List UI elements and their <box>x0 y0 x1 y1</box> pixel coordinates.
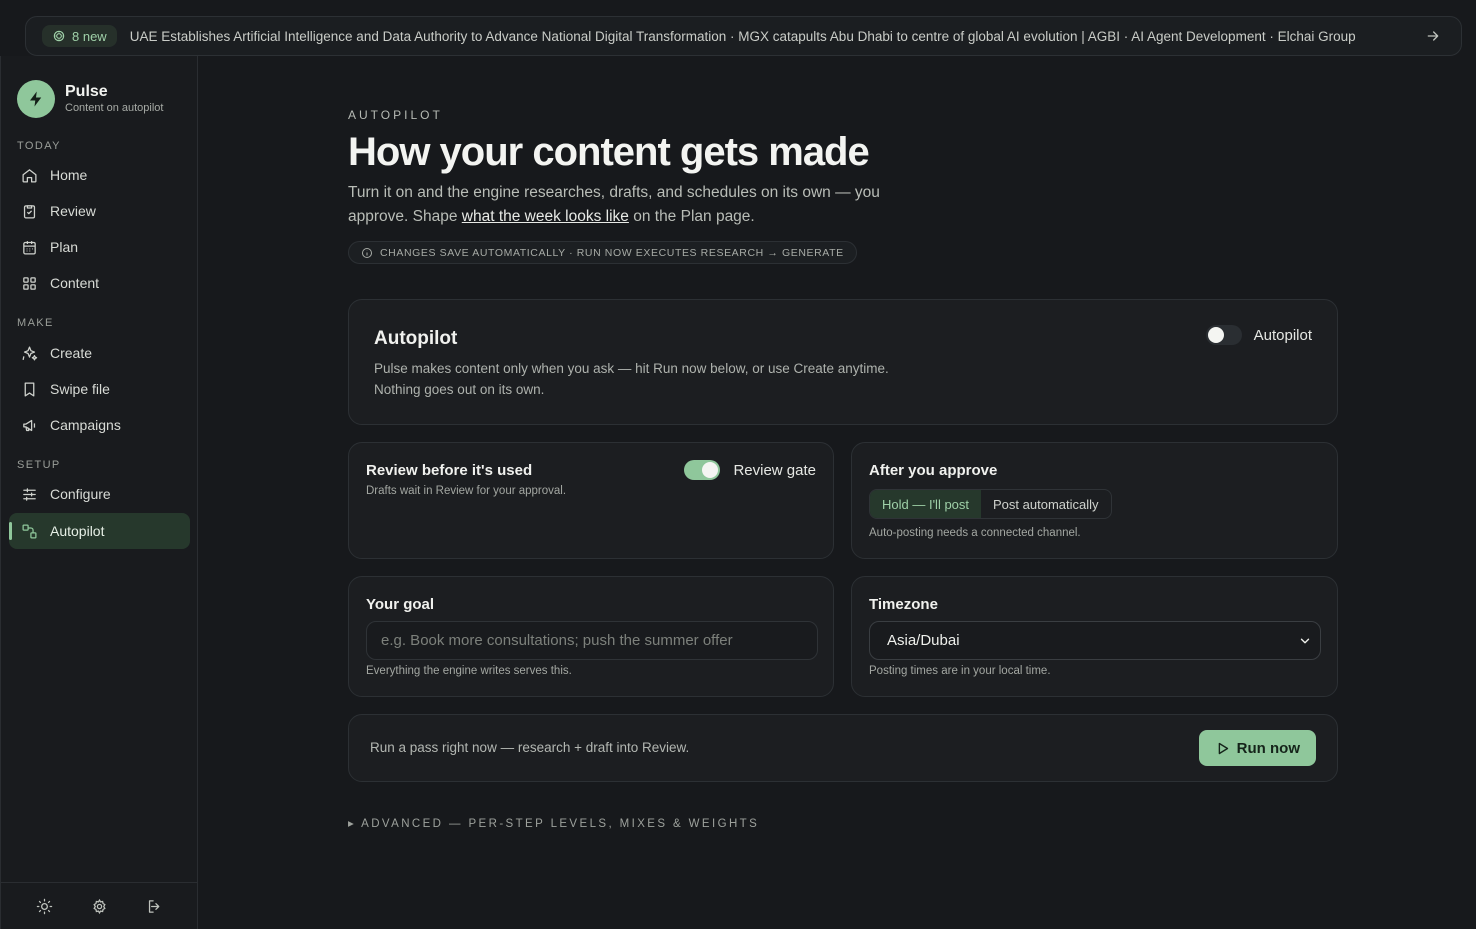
goal-title: Your goal <box>366 596 435 613</box>
autopilot-toggle-group[interactable]: Autopilot <box>1205 325 1312 345</box>
settings-gear-icon[interactable] <box>88 894 112 918</box>
sliders-icon <box>23 487 36 501</box>
play-icon <box>1218 742 1228 754</box>
timezone-card: Timezone Asia/Dubai Posting times are in… <box>851 576 1338 697</box>
option-hold[interactable]: Hold — I'll post <box>870 490 982 518</box>
sparkles-icon <box>22 345 38 361</box>
page-intro: Turn it on and the engine researches, dr… <box>348 181 908 229</box>
info-icon <box>362 247 372 258</box>
autopilot-card-title: Autopilot <box>374 328 458 349</box>
grid-icon <box>23 276 36 290</box>
approve-mode-segmented[interactable]: Hold — I'll post Post automatically <box>869 489 1112 519</box>
sidebar-item-content[interactable]: Content <box>9 265 190 301</box>
sidebar-footer <box>1 882 198 929</box>
page-title: How your content gets made <box>348 130 870 174</box>
goal-hint: Everything the engine writes serves this… <box>366 665 572 677</box>
sidebar-item-label: Review <box>50 203 96 219</box>
autopilot-description-line: Nothing goes out on its own. <box>374 382 545 397</box>
section-label-setup: SETUP <box>17 459 61 471</box>
goal-input[interactable]: e.g. Book more consultations; push the s… <box>366 621 818 660</box>
sidebar-item-swipe-file[interactable]: Swipe file <box>9 371 190 407</box>
brand-name: Pulse <box>65 83 108 100</box>
review-gate-card: Review before it's used Drafts wait in R… <box>348 442 834 559</box>
sidebar-item-label: Swipe file <box>50 381 110 397</box>
advanced-toggle[interactable]: ▸ ADVANCED — PER-STEP LEVELS, MIXES & WE… <box>348 816 759 830</box>
logout-icon[interactable] <box>143 894 167 918</box>
sidebar-item-label: Configure <box>50 486 111 502</box>
route-icon <box>22 523 37 539</box>
review-gate-toggle[interactable] <box>684 460 721 480</box>
after-approve-card: After you approve Hold — I'll post Post … <box>851 442 1338 559</box>
sidebar-item-label: Home <box>50 167 88 183</box>
sidebar-item-configure[interactable]: Configure <box>9 476 190 512</box>
autopilot-toggle-label: Autopilot <box>1253 326 1312 344</box>
page-eyebrow: AUTOPILOT <box>348 108 443 122</box>
sidebar: Pulse Content on autopilot TODAY Home Re… <box>0 56 198 929</box>
news-ticker[interactable]: 8 new UAE Establishes Artificial Intelli… <box>25 16 1462 56</box>
after-approve-hint: Auto-posting needs a connected channel. <box>869 527 1081 539</box>
arrow-right-icon[interactable] <box>1421 24 1445 48</box>
ticker-headline[interactable]: UAE Establishes Artificial Intelligence … <box>130 29 1421 44</box>
autopilot-card: Autopilot Autopilot Pulse makes content … <box>348 299 1338 425</box>
clipboard-check-icon <box>23 204 36 219</box>
sidebar-item-review[interactable]: Review <box>9 193 190 229</box>
new-count-label: 8 new <box>72 28 107 44</box>
review-gate-toggle-group[interactable]: Review gate <box>684 460 816 480</box>
section-label-make: MAKE <box>17 317 54 329</box>
home-icon <box>22 168 37 183</box>
sidebar-item-create[interactable]: Create <box>9 335 190 371</box>
sidebar-item-label: Autopilot <box>50 523 105 539</box>
sidebar-item-label: Content <box>50 275 100 291</box>
section-label-today: TODAY <box>17 140 61 152</box>
review-card-hint: Drafts wait in Review for your approval. <box>366 485 567 497</box>
autopilot-description: Pulse makes content only when you ask — … <box>374 358 889 400</box>
theme-sun-icon[interactable] <box>33 894 57 918</box>
chevron-down-icon <box>1300 638 1310 643</box>
calendar-icon <box>23 240 36 255</box>
review-gate-label: Review gate <box>733 461 816 479</box>
option-post-automatically[interactable]: Post automatically <box>981 490 1111 518</box>
autopilot-description-line: Pulse makes content only when you ask — … <box>374 361 889 376</box>
intro-text-end: on the Plan page. <box>628 208 755 225</box>
review-card-title: Review before it's used <box>366 462 533 479</box>
timezone-hint: Posting times are in your local time. <box>869 665 1051 677</box>
sidebar-item-campaigns[interactable]: Campaigns <box>9 407 190 443</box>
sidebar-item-autopilot[interactable]: Autopilot <box>9 513 190 549</box>
sidebar-item-label: Plan <box>50 239 79 255</box>
lightning-icon <box>17 80 55 118</box>
sidebar-item-plan[interactable]: Plan <box>9 229 190 265</box>
run-now-label: Run now <box>1236 739 1300 757</box>
after-approve-title: After you approve <box>869 462 998 479</box>
new-count-badge: 8 new <box>42 25 117 47</box>
goal-card: Your goal e.g. Book more consultations; … <box>348 576 834 697</box>
sidebar-item-label: Create <box>50 345 93 361</box>
plan-page-link[interactable]: what the week looks like <box>462 208 629 225</box>
brand[interactable]: Pulse Content on autopilot <box>17 80 163 118</box>
autopilot-toggle[interactable] <box>1205 325 1242 345</box>
megaphone-icon <box>23 419 36 431</box>
run-now-card: Run a pass right now — research + draft … <box>348 714 1338 782</box>
timezone-value: Asia/Dubai <box>887 632 960 649</box>
timezone-title: Timezone <box>869 596 938 613</box>
bookmark-icon <box>24 381 35 397</box>
run-now-button[interactable]: Run now <box>1198 730 1316 766</box>
timezone-select[interactable]: Asia/Dubai <box>869 621 1321 660</box>
brand-tagline: Content on autopilot <box>65 102 164 114</box>
autosave-info-pill: CHANGES SAVE AUTOMATICALLY · RUN NOW EXE… <box>348 241 857 264</box>
sidebar-item-label: Campaigns <box>50 417 121 433</box>
run-now-text: Run a pass right now — research + draft … <box>370 740 690 755</box>
info-text: CHANGES SAVE AUTOMATICALLY · RUN NOW EXE… <box>380 246 844 259</box>
sidebar-item-home[interactable]: Home <box>9 157 190 193</box>
sparkle-badge-icon <box>53 30 65 42</box>
